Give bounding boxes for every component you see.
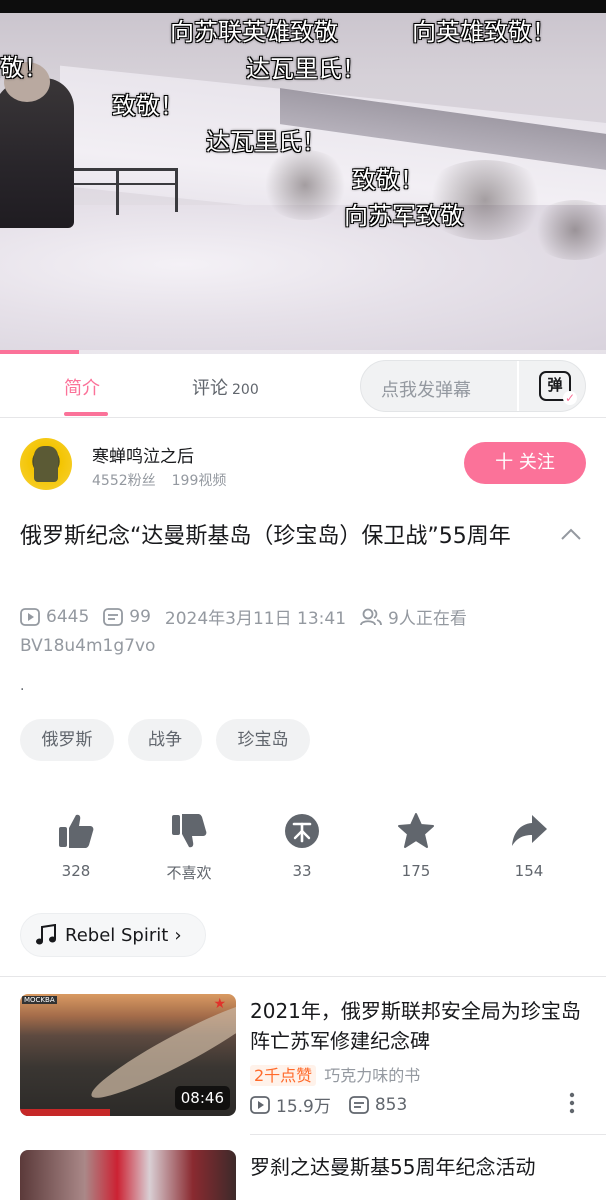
related-views-stat: 15.9万 — [250, 1092, 331, 1117]
dislike-label: 不喜欢 — [166, 864, 212, 882]
tab-bar: 简介 评论 200 点我发弹幕 弹 ✓ — [0, 354, 606, 418]
likes-badge: 2千点赞 — [250, 1065, 317, 1086]
dislike-button[interactable]: 不喜欢 — [139, 812, 239, 883]
danmaku-input[interactable]: 点我发弹幕 弹 ✓ — [360, 360, 586, 412]
related-danmaku-stat: 853 — [348, 1094, 408, 1115]
status-bar — [0, 0, 606, 13]
video-player[interactable]: 向苏联英雄致敬 向英雄致敬！ 致敬！ 达瓦里氏！ 致敬！ 达瓦里氏！ 致敬！ 向… — [0, 0, 606, 354]
video-frame-person — [0, 78, 74, 228]
like-button[interactable]: 328 — [26, 812, 126, 880]
share-icon — [512, 815, 547, 846]
thumbnail-channel-logo: MOCKBA — [22, 996, 57, 1004]
watching-stat: 9人正在看 — [360, 604, 467, 629]
chevron-up-icon[interactable] — [560, 524, 582, 546]
tab-comments[interactable]: 评论 200 — [192, 374, 259, 400]
danmaku-comment: 达瓦里氏！ — [246, 55, 366, 83]
danmaku-comment: 致敬！ — [352, 166, 424, 194]
star-emblem-icon: ★ — [213, 996, 226, 1012]
thumbs-down-icon — [172, 814, 207, 848]
bvid[interactable]: BV18u4m1g7vo — [20, 636, 155, 656]
people-icon — [360, 608, 382, 625]
related-views-count: 15.9万 — [276, 1097, 331, 1117]
danmaku-comment: 向苏联英雄致敬 — [170, 18, 338, 46]
publish-date: 2024年3月11日 13:41 — [164, 609, 347, 629]
uploader-videos: 199视频 — [171, 473, 227, 489]
related-video-thumbnail[interactable] — [20, 1150, 236, 1200]
play-count-icon — [250, 1095, 270, 1114]
uploader-meta: 4552粉丝 199视频 — [92, 470, 226, 490]
favorite-count: 175 — [401, 862, 431, 880]
tab-comments-count: 200 — [232, 382, 259, 398]
related-video-thumbnail[interactable]: MOCKBA ★ 08:46 — [20, 994, 236, 1116]
related-video-author[interactable]: 巧克力味的书 — [324, 1066, 420, 1085]
video-frame-railing — [60, 168, 178, 215]
follow-button[interactable]: 十 关注 — [464, 442, 586, 484]
share-button[interactable]: 154 — [479, 812, 579, 880]
video-duration: 08:46 — [174, 1086, 230, 1110]
coin-icon — [285, 814, 319, 848]
related-divider — [250, 1134, 606, 1135]
coin-count: 33 — [292, 862, 312, 880]
share-count: 154 — [514, 862, 544, 880]
uploader-followers: 4552粉丝 — [92, 473, 156, 489]
music-note-icon — [36, 924, 56, 945]
video-frame-shrub — [260, 150, 350, 220]
danmaku-count-icon — [348, 1095, 369, 1114]
tab-active-indicator — [64, 412, 108, 416]
danmaku-count-icon — [103, 607, 124, 626]
danmaku-input-divider — [517, 361, 519, 411]
thumbs-up-icon — [59, 814, 94, 848]
tag-chip[interactable]: 战争 — [128, 719, 202, 761]
related-video-stats: 15.9万 853 — [250, 1092, 425, 1117]
section-divider — [0, 976, 606, 977]
views-stat: 6445 — [20, 607, 89, 627]
favorite-button[interactable]: 175 — [366, 812, 466, 880]
danmaku-input-placeholder: 点我发弹幕 — [381, 380, 471, 401]
video-title: 俄罗斯纪念“达曼斯基岛（珍宝岛）保卫战”55周年 — [20, 524, 511, 549]
avatar-figure — [34, 446, 58, 482]
star-icon — [398, 813, 434, 848]
related-video-title[interactable]: 2021年，俄罗斯联邦安全局为珍宝岛阵亡苏军修建纪念碑 — [250, 996, 590, 1056]
danmaku-toggle-icon[interactable]: 弹 ✓ — [539, 371, 577, 405]
related-danmaku-count: 853 — [374, 1094, 408, 1115]
danmaku-comment: 致敬！ — [0, 54, 48, 82]
watching-count: 9人正在看 — [388, 609, 467, 629]
more-options-icon[interactable] — [566, 1092, 578, 1114]
danmaku-toggle-label: 弹 — [547, 376, 563, 394]
danmaku-stat: 99 — [103, 607, 151, 627]
chevron-right-icon: › — [174, 924, 182, 946]
video-description: . — [20, 678, 25, 694]
tag-chip[interactable]: 俄罗斯 — [20, 719, 114, 761]
background-music-chip[interactable]: Rebel Spirit › — [20, 913, 206, 957]
uploader-avatar[interactable] — [20, 438, 72, 490]
related-video-title[interactable]: 罗刹之达曼斯基55周年纪念活动 — [250, 1152, 590, 1182]
danmaku-comment: 致敬！ — [112, 92, 184, 120]
views-count: 6445 — [46, 606, 90, 627]
like-count: 328 — [61, 862, 91, 880]
play-count-icon — [20, 607, 40, 626]
thumbnail-caption-strip — [20, 1109, 110, 1116]
music-label: Rebel Spirit — [65, 924, 169, 946]
tag-chip[interactable]: 珍宝岛 — [216, 719, 310, 761]
check-icon: ✓ — [563, 391, 577, 405]
danmaku-comment: 向英雄致敬！ — [412, 18, 556, 46]
related-video-meta: 2千点赞 巧克力味的书 — [250, 1062, 420, 1086]
video-stats: 6445 99 2024年3月11日 13:41 9人正在看 — [20, 604, 481, 629]
coin-button[interactable]: 33 — [252, 812, 352, 880]
tab-comments-label: 评论 — [192, 378, 228, 399]
uploader-name[interactable]: 寒蝉鸣泣之后 — [92, 442, 194, 467]
danmaku-count: 99 — [129, 606, 151, 627]
danmaku-comment: 向苏军致敬 — [344, 202, 464, 230]
danmaku-comment: 达瓦里氏！ — [206, 128, 326, 156]
tab-intro[interactable]: 简介 — [64, 374, 100, 400]
